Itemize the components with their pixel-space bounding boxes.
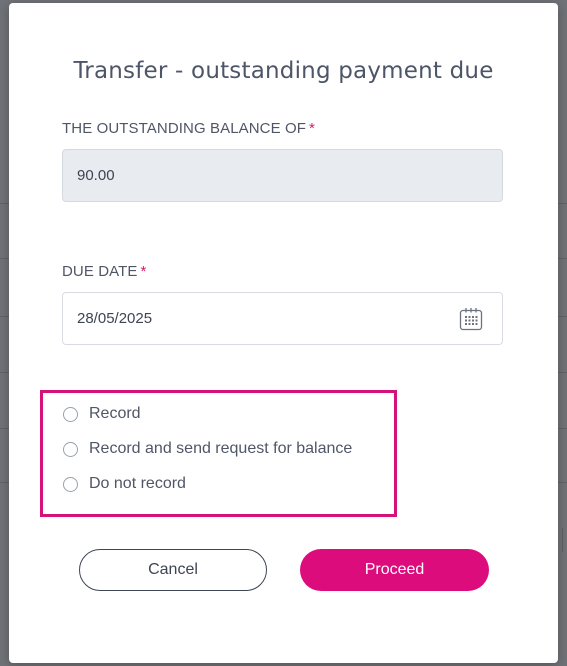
backdrop-line	[558, 372, 567, 373]
option-record-and-send-label: Record and send request for balance	[89, 440, 353, 457]
backdrop-line	[0, 428, 9, 429]
due-date-label-text: DUE DATE	[62, 263, 138, 280]
backdrop-line	[558, 258, 567, 259]
cancel-button[interactable]: Cancel	[79, 549, 267, 591]
balance-label: THE OUTSTANDING BALANCE OF *	[62, 120, 315, 137]
due-date-label: DUE DATE *	[62, 263, 146, 280]
proceed-button[interactable]: Proceed	[300, 549, 489, 591]
backdrop-tick	[562, 528, 563, 552]
option-do-not-record[interactable]: Do not record	[63, 475, 186, 493]
required-marker: *	[309, 120, 315, 137]
backdrop-line	[0, 316, 9, 317]
transfer-dialog: Transfer - outstanding payment due THE O…	[9, 3, 558, 663]
radio-record[interactable]	[63, 406, 78, 422]
option-do-not-record-label: Do not record	[89, 475, 186, 492]
calendar-icon[interactable]	[458, 306, 484, 332]
backdrop-line	[558, 482, 567, 483]
balance-value: 90.00	[77, 167, 115, 184]
backdrop-line	[558, 316, 567, 317]
option-record-label: Record	[89, 405, 141, 422]
backdrop-line	[0, 482, 9, 483]
due-date-value: 28/05/2025	[77, 310, 153, 327]
required-marker: *	[140, 263, 147, 280]
due-date-field[interactable]: 28/05/2025	[62, 292, 503, 345]
backdrop-line	[0, 372, 9, 373]
backdrop-line	[558, 203, 567, 204]
backdrop-line	[558, 428, 567, 429]
option-record-and-send[interactable]: Record and send request for balance	[63, 440, 352, 458]
balance-label-text: THE OUTSTANDING BALANCE OF	[62, 120, 307, 137]
balance-field: 90.00	[62, 149, 503, 202]
radio-record-and-send[interactable]	[63, 441, 78, 457]
dialog-title: Transfer - outstanding payment due	[73, 58, 494, 84]
record-options-group: Record Record and send request for balan…	[40, 390, 397, 517]
backdrop-line	[0, 203, 9, 204]
option-record[interactable]: Record	[63, 405, 141, 423]
radio-do-not-record[interactable]	[63, 476, 78, 492]
backdrop-line	[0, 258, 9, 259]
